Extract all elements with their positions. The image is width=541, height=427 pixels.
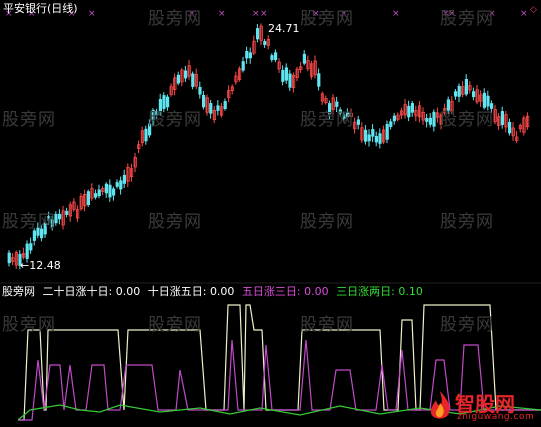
candle-body (7, 252, 11, 264)
watermark: 股旁网 (148, 315, 202, 335)
watermark: 股旁网 (2, 315, 56, 335)
candle-body (25, 243, 29, 259)
item-value: 0.00 (304, 285, 329, 298)
item-label: 二十日涨十日: (42, 285, 113, 298)
indicator-name: 股旁网 (2, 285, 35, 298)
watermark: 股旁网 (300, 212, 354, 232)
watermark: 股旁网 (440, 315, 494, 335)
chart-title: 平安银行(日线) (3, 2, 78, 15)
candle-body (288, 73, 292, 88)
candle-body (191, 73, 195, 87)
candle-body (86, 191, 90, 206)
candle-body (378, 133, 382, 144)
candle-body (65, 210, 69, 215)
watermark: 股旁网 (440, 9, 494, 29)
candle-body (500, 111, 505, 125)
candle-body (363, 129, 368, 142)
indicator-item-2: 十日涨五日: 0.00 (148, 285, 235, 298)
watermark: 股旁网 (148, 9, 202, 29)
candle-body (385, 124, 389, 140)
site-logo: 智股网 zhiguwang.com (425, 388, 537, 424)
signal-marker: × (252, 9, 260, 19)
candle-body (32, 230, 37, 241)
item-value: 0.00 (209, 285, 235, 298)
candle-body (410, 103, 415, 113)
item-value: 0.00 (115, 285, 141, 298)
candle-body (108, 184, 112, 198)
candle-body (432, 111, 436, 127)
candle-body (198, 86, 202, 95)
indicator-legend: 股旁网 二十日涨十日: 0.00 十日涨五日: 0.00 五日涨三日: 0.00… (2, 285, 427, 298)
candle-body (281, 69, 285, 82)
candle-body (94, 193, 98, 198)
candle-body (248, 52, 252, 59)
watermark: 股旁网 (148, 212, 202, 232)
candle-body (371, 129, 375, 137)
signal-marker: × (392, 9, 400, 19)
candle-body (58, 213, 62, 220)
candle-body (104, 183, 108, 194)
candle-body (119, 180, 123, 190)
candle-body (317, 73, 321, 87)
candle-body (356, 119, 361, 125)
candle-body (471, 91, 476, 98)
candle-body (407, 105, 411, 118)
candle-body (263, 41, 267, 46)
price-low-label: ←12.48 (20, 259, 61, 272)
signal-marker: × (88, 9, 96, 19)
candle-body (209, 103, 213, 114)
candle-body (216, 105, 220, 111)
flame-icon (430, 391, 450, 419)
candle-body (507, 121, 512, 134)
signal-marker: ◇ (530, 5, 537, 15)
candle-body (389, 121, 393, 127)
candle-body (302, 53, 307, 64)
indicator-item-1: 二十日涨十日: 0.00 (43, 285, 141, 298)
candle-body (223, 101, 227, 110)
item-label: 三日涨两日: (336, 285, 395, 298)
item-label: 五日涨三日: (241, 285, 301, 298)
item-value: 0.10 (398, 285, 423, 298)
candle-body (367, 134, 371, 142)
signal-marker: × (260, 9, 268, 19)
logo-url: zhiguwang.com (457, 412, 535, 422)
price-high-label: 24.71 (268, 22, 300, 35)
watermark: 股旁网 (300, 110, 354, 130)
candlestick-series (7, 23, 530, 270)
candle-body (464, 78, 469, 95)
indicator-item-3: 五日涨三日: 0.00 (242, 285, 329, 298)
candle-body (453, 91, 458, 97)
candle-body (273, 52, 278, 61)
candle-body (457, 85, 461, 97)
watermark: 股旁网 (2, 212, 56, 232)
indicator-item-4: 三日涨两日: 0.10 (336, 285, 423, 298)
candle-body (425, 118, 429, 122)
candle-body (201, 94, 206, 108)
candle-body (176, 74, 180, 84)
watermark: 股旁网 (440, 110, 494, 130)
watermark: 股旁网 (148, 110, 202, 130)
candle-body (245, 50, 249, 59)
candle-body (255, 28, 260, 40)
candle-body (183, 70, 188, 79)
candle-body (270, 55, 274, 61)
candle-body (144, 128, 148, 142)
watermark: 股旁网 (440, 212, 494, 232)
watermark: 股旁网 (300, 9, 354, 29)
candle-body (29, 243, 33, 251)
watermark: 股旁网 (2, 110, 56, 130)
signal-marker: × (218, 9, 226, 19)
watermark: 股旁网 (300, 315, 354, 335)
signal-marker: × (520, 9, 528, 19)
candle-body (392, 115, 397, 122)
candle-body (374, 136, 379, 143)
candle-body (428, 117, 433, 125)
candle-body (115, 182, 119, 187)
candle-body (122, 174, 126, 184)
candle-body (284, 67, 289, 81)
candle-body (241, 61, 245, 71)
candle-body (112, 188, 116, 196)
item-label: 十日涨五日: (147, 285, 207, 298)
candle-body (97, 189, 101, 197)
